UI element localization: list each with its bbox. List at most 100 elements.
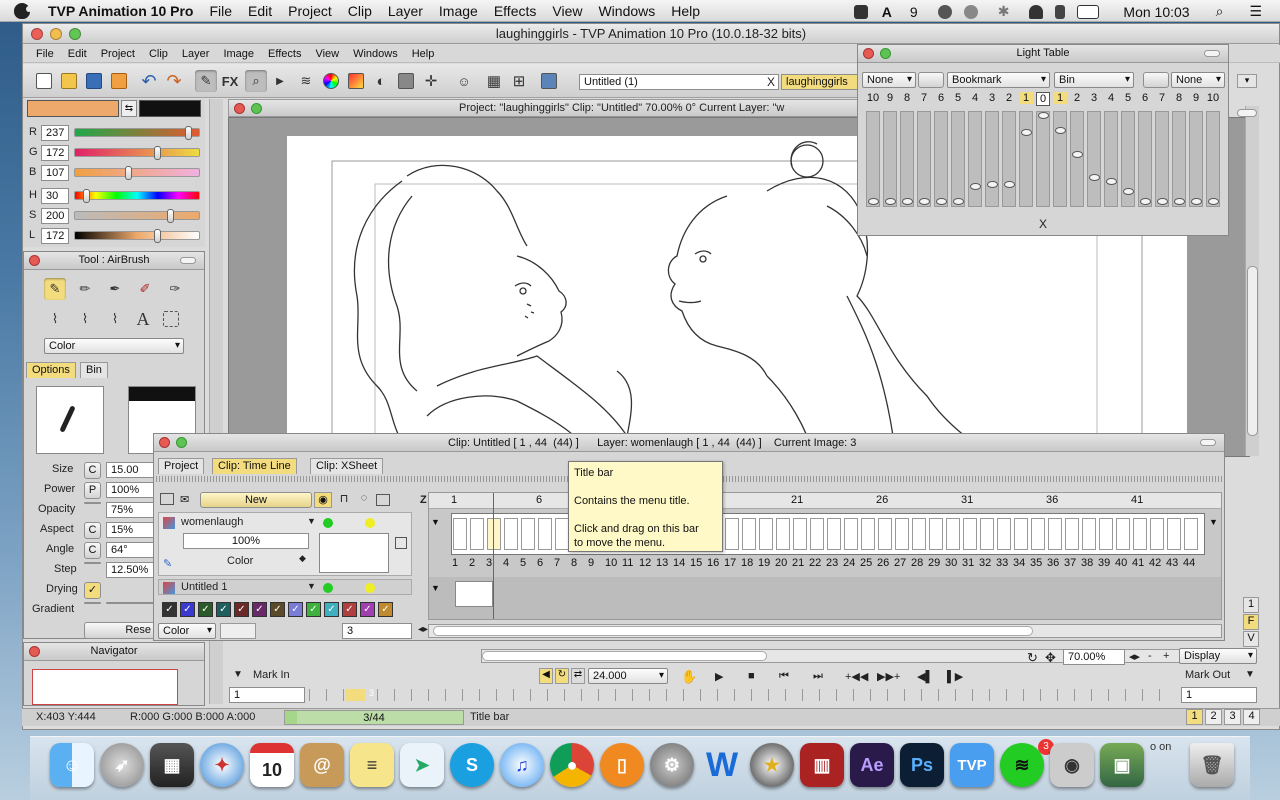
light-table-knob[interactable] [1123,187,1134,195]
size-field[interactable]: 15.00 [106,462,154,478]
mac-menu-clip[interactable]: Clip [340,3,380,19]
timeline-hscrollbar[interactable] [428,624,1222,638]
swatch-dark[interactable]: ✓ [162,602,177,617]
track-dropdown-icon[interactable]: ▼ [431,517,445,531]
light-table-left-select[interactable]: None [862,72,916,88]
timeline-frame-cell[interactable] [759,518,773,550]
light-table-track[interactable] [917,111,931,207]
light-table-right-button[interactable] [1143,72,1169,88]
timeline-frame-cell[interactable] [980,518,994,550]
light-table-knob[interactable] [902,198,913,205]
light-table-track[interactable] [1036,111,1050,207]
timeline-frame-cell[interactable] [1099,518,1113,550]
s-slider-knob[interactable] [167,209,174,223]
project-tab[interactable]: laughinggirls [781,74,859,90]
light-table-track[interactable] [883,111,897,207]
lightbulb-header-icon[interactable]: ◌ [356,492,372,508]
timeline-frame-cell[interactable] [776,518,790,550]
gradient-mode-button[interactable] [84,602,101,604]
light-table-titlebar[interactable]: Light Table [858,45,1228,63]
navigator-close-icon[interactable] [29,646,40,657]
layer-opacity-field[interactable]: 100% [183,533,309,549]
timeline-frame-cell[interactable] [793,518,807,550]
tool-panel-close-icon[interactable] [29,255,40,266]
timeline-frame-cell[interactable] [844,518,858,550]
trash-icon[interactable]: 🗑 [1190,743,1234,787]
navigator-titlebar[interactable]: Navigator [24,643,204,661]
light-table-track[interactable] [1002,111,1016,207]
mark-in-arrow-icon[interactable]: ▼ [233,669,243,680]
tab-bin[interactable]: Bin [80,362,108,378]
size-mode-button[interactable]: C [84,462,101,479]
untitled-1-track[interactable]: ▼ [429,577,1221,619]
itunes-icon[interactable]: ♫ [500,743,544,787]
chrome-icon[interactable]: ● [550,743,594,787]
app-menu-image[interactable]: Image [216,48,261,60]
timeline-frame-cell[interactable] [1014,518,1028,550]
clock[interactable]: Mon 10:03 [1115,4,1197,20]
marker-tool-icon[interactable]: ✐ [134,278,156,300]
pencil-tool-icon[interactable]: ✏ [74,278,96,300]
stop-button[interactable]: ■ [748,670,755,682]
angle-field[interactable]: 64° [106,542,154,558]
timeline-zoom-icon[interactable] [176,437,187,448]
paint-brush-tool-icon[interactable]: ⌇ [44,308,66,330]
light-table-track[interactable] [951,111,965,207]
side-button-v[interactable]: V [1243,631,1259,647]
swatch-magenta[interactable]: ✓ [360,602,375,617]
viewport-titlebar[interactable]: Project: "laughinggirls" Clip: "Untitled… [228,99,858,117]
timeline-collapse-icon[interactable] [1200,439,1216,446]
aspect-mode-button[interactable]: C [84,522,101,539]
spotify-icon[interactable]: ≋ [1000,743,1044,787]
layers-icon[interactable]: ≋ [295,70,317,92]
light-table-knob[interactable] [1038,112,1049,119]
playhead-marker[interactable] [493,493,494,619]
timeline-frame-cell[interactable] [895,518,909,550]
light-table-close-icon[interactable] [863,48,874,59]
minimize-window-icon[interactable] [50,28,62,40]
notification-center-icon[interactable]: ☰ [1241,3,1270,20]
ink-tool-icon[interactable]: ✑ [164,278,186,300]
light-table-knob[interactable] [919,198,930,205]
display-select[interactable]: Display [1179,648,1257,664]
light-table-track[interactable] [1087,111,1101,207]
timeline-frame-cell[interactable] [1116,518,1130,550]
canvas-scroll-thumb[interactable] [1247,266,1258,436]
light-table-track[interactable] [968,111,982,207]
monitor-icon[interactable] [538,70,560,92]
page-2-button[interactable]: 2 [1205,709,1222,725]
light-table-track[interactable] [866,111,880,207]
s-value-field[interactable]: 200 [41,208,69,224]
timeline-frame-cell[interactable] [538,518,552,550]
light-table-track[interactable] [1019,111,1033,207]
last-frame-button[interactable]: ⏭ [813,670,823,683]
brush-tool-icon[interactable]: ✎ [195,70,217,92]
light-table-knob[interactable] [987,180,998,188]
mac-menu-view[interactable]: View [544,3,590,19]
calculator-icon[interactable] [395,70,417,92]
timeline-frame-cell[interactable] [725,518,739,550]
next-frame-button[interactable]: ▌▶ [947,670,963,683]
layer-blend-mode[interactable]: Color [227,555,253,567]
photoshop-icon[interactable]: Ps [900,743,944,787]
image-capture-icon[interactable]: ◉ [1050,743,1094,787]
sound-icon[interactable]: ◀ [539,668,553,684]
page-4-button[interactable]: 4 [1243,709,1260,725]
volume-icon[interactable] [1055,4,1066,19]
angle-mode-button[interactable]: C [84,542,101,559]
layer-row-womenlaugh[interactable]: womenlaugh ▼ 100% Color ◆ ✎ [158,512,412,576]
spotlight-icon[interactable]: ⌕ [1208,3,1232,20]
app-menu-edit[interactable]: Edit [61,48,94,60]
secondary-color-swatch[interactable] [139,100,201,117]
tab-options[interactable]: Options [26,362,76,378]
swatch-red[interactable]: ✓ [342,602,357,617]
move-view-icon[interactable]: ✥ [1045,650,1056,666]
frame-stepper-icon[interactable]: ◂▸ [418,624,428,635]
opacity-field[interactable]: 75% [106,502,154,518]
swap-colors-icon[interactable]: ⇆ [121,100,137,117]
light-table-track[interactable] [1155,111,1169,207]
contacts-icon[interactable]: @ [300,743,344,787]
photo-booth-icon[interactable]: ▥ [800,743,844,787]
step-mode-button[interactable] [84,562,101,564]
blend-mode-stepper-icon[interactable]: ◆ [299,553,306,564]
